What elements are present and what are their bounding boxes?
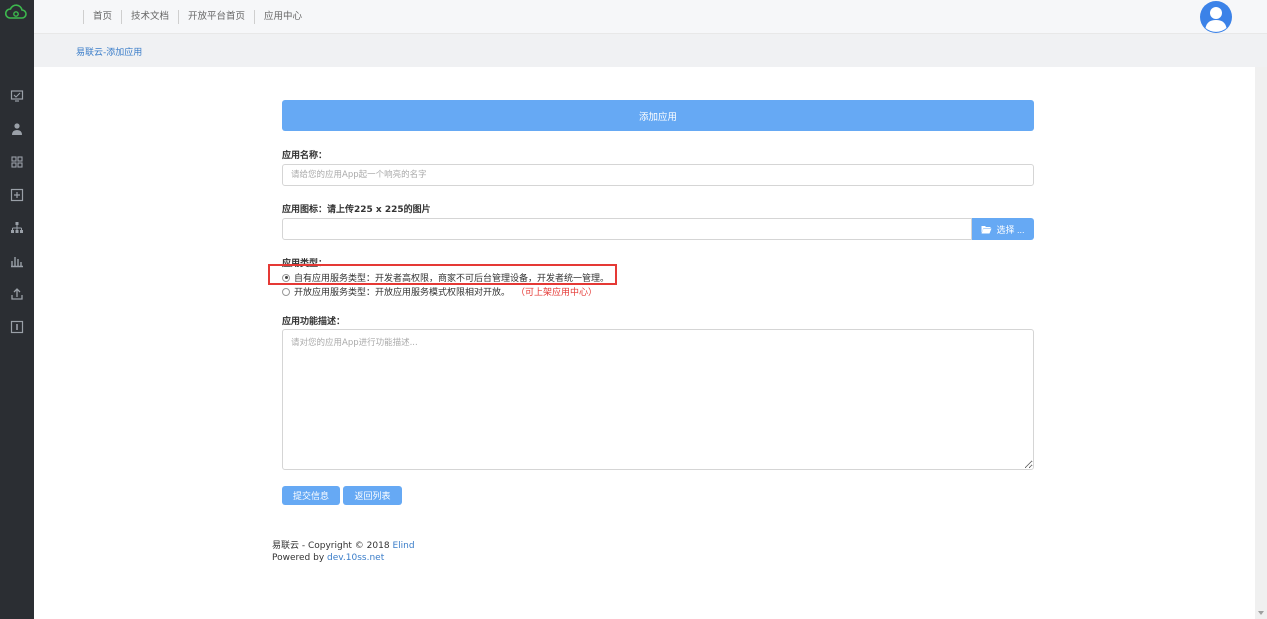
nav-divider: [121, 10, 123, 24]
upload-icon[interactable]: [9, 286, 25, 302]
bar-chart-icon[interactable]: [9, 253, 25, 269]
form-header-title: 添加应用: [638, 111, 677, 123]
footer-powered-text: Powered by: [272, 553, 328, 563]
footer-elind-link[interactable]: Elind: [392, 541, 414, 551]
nav-item-home[interactable]: 首页: [93, 0, 112, 34]
footer-copyright-text: 易联云 - Copyright © 2018: [272, 541, 393, 551]
footer-powered: Powered by dev.10ss.net: [272, 552, 415, 564]
breadcrumb-bar: 易联云-添加应用: [34, 34, 1267, 67]
scrollbar[interactable]: [1255, 67, 1267, 619]
add-box-icon[interactable]: [9, 187, 25, 203]
nav-divider: [178, 10, 180, 24]
app-icon-label: 应用图标：请上传225 x 225的图片: [282, 205, 431, 215]
radio-open[interactable]: [282, 287, 290, 296]
avatar-icon[interactable]: [1199, 0, 1233, 34]
submit-button[interactable]: 提交信息: [282, 486, 340, 505]
info-box-icon[interactable]: [9, 319, 25, 335]
nav-divider: [83, 10, 84, 24]
app-name-input[interactable]: [282, 164, 1034, 186]
highlight-box: [268, 264, 617, 285]
back-to-list-button[interactable]: 返回列表: [343, 486, 402, 505]
monitor-icon[interactable]: [9, 88, 25, 104]
sidebar: [0, 0, 34, 619]
app-type-option-open-label[interactable]: 开放应用服务类型：开放应用服务模式权限相对开放。: [294, 285, 510, 298]
footer-copyright: 易联云 - Copyright © 2018 Elind: [272, 540, 415, 552]
top-nav: 首页 技术文档 开放平台首页 应用中心: [74, 0, 302, 34]
nav-item-docs[interactable]: 技术文档: [131, 0, 169, 34]
footer: 易联云 - Copyright © 2018 Elind Powered by …: [272, 540, 415, 564]
form-header: 添加应用: [282, 100, 1034, 131]
app-name-label: 应用名称：: [282, 151, 328, 161]
breadcrumb[interactable]: 易联云-添加应用: [76, 45, 142, 58]
app-type-option-open[interactable]: 开放应用服务类型：开放应用服务模式权限相对开放。 （可上架应用中心）: [282, 285, 597, 298]
cloud-logo-icon[interactable]: [5, 4, 27, 20]
app-icon-file-field[interactable]: [282, 218, 972, 240]
app-desc-label: 应用功能描述：: [282, 317, 346, 327]
choose-file-button[interactable]: 选择 ...: [972, 218, 1034, 240]
user-icon[interactable]: [9, 121, 25, 137]
top-header: 首页 技术文档 开放平台首页 应用中心: [34, 0, 1267, 34]
grid-icon[interactable]: [9, 154, 25, 170]
nav-item-platform-home[interactable]: 开放平台首页: [188, 0, 245, 34]
app-desc-textarea[interactable]: [282, 329, 1034, 470]
scroll-down-arrow-icon[interactable]: [1258, 611, 1264, 615]
app-center-note: （可上架应用中心）: [516, 288, 598, 298]
nav-item-app-center[interactable]: 应用中心: [264, 0, 302, 34]
folder-open-icon: [981, 225, 992, 233]
footer-dev-link[interactable]: dev.10ss.net: [327, 553, 384, 563]
choose-file-label: 选择 ...: [996, 224, 1025, 235]
nav-divider: [254, 10, 256, 24]
org-chart-icon[interactable]: [9, 220, 25, 236]
